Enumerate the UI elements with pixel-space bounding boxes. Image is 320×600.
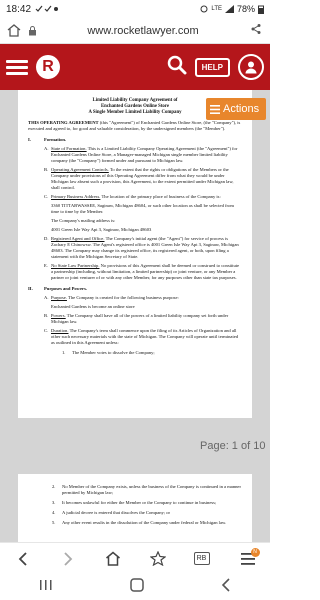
intro-paragraph: THIS OPERATING AGREEMENT (this "Agreemen… (28, 120, 241, 131)
help-button[interactable]: HELP (194, 57, 230, 77)
url-field[interactable]: www.rocketlawyer.com (40, 25, 246, 37)
purpose-value: Enchanted Gardens is become an online st… (51, 304, 135, 309)
system-back-icon[interactable] (221, 577, 231, 597)
clause: A. Purpose. The Company is created for th… (44, 295, 179, 300)
sub-clause: 1. The Member votes to dissolve the Compa… (62, 350, 155, 355)
battery-icon (258, 5, 264, 14)
notification-icons (35, 5, 59, 12)
rocket-lawyer-logo[interactable]: R (36, 55, 60, 79)
system-navigation-bar (0, 574, 270, 600)
clause: E. No State Law Partnership. No provision… (44, 263, 240, 280)
section-heading: II. Purposes and Powers. (28, 286, 88, 291)
share-icon[interactable] (250, 22, 264, 40)
section-heading: I. Formation. (28, 137, 67, 142)
back-icon[interactable] (11, 547, 35, 571)
notification-badge: N (250, 547, 260, 557)
forward-icon[interactable] (56, 547, 80, 571)
site-header: R HELP (0, 44, 270, 90)
business-address: 3360 TITTABWASSEE, Saginaw, Michigan 486… (51, 203, 234, 214)
actions-label: Actions (223, 103, 260, 115)
system-home-icon[interactable] (130, 577, 144, 597)
page-indicator: Page: 1 of 10 (200, 440, 266, 452)
battery-level: 78% (236, 4, 255, 14)
mailing-label: The Company's mailing address is: (51, 218, 116, 223)
home-icon[interactable] (6, 23, 22, 39)
document-page: Limited Liability Company Agreement of E… (18, 90, 252, 418)
bookmarks-icon[interactable] (146, 547, 170, 571)
user-account-icon[interactable] (238, 54, 264, 80)
mailing-address: 4001 Green Isle Way Apt 3, Saginaw, Mich… (51, 227, 152, 232)
sub-clause: 3. It becomes unlawful for either the Mem… (52, 500, 217, 505)
actions-button[interactable]: Actions (206, 98, 266, 120)
search-icon[interactable] (167, 55, 187, 80)
document-viewer[interactable]: Limited Liability Company Agreement of E… (0, 90, 270, 542)
clause: B. Operating Agreement Controls. To the e… (44, 167, 234, 190)
tab-count: RB (193, 551, 210, 565)
network-label: LTE (211, 6, 222, 12)
sub-clause: 2. No Member of the Company exists, unles… (52, 484, 241, 495)
signal-icon (224, 5, 234, 13)
status-time: 18:42 (6, 3, 32, 15)
home-icon[interactable] (101, 547, 125, 571)
recent-apps-icon[interactable] (39, 578, 53, 596)
clause: A. State of Formation. This is a Limited … (44, 146, 238, 163)
alarm-icon (200, 5, 208, 13)
sub-clause: 4. A judicial decree is entered that diss… (52, 510, 171, 515)
browser-toolbar: RB N (0, 542, 270, 574)
status-bar: 18:42 LTE 78% (0, 0, 270, 18)
document-page: 2. No Member of the Company exists, unles… (18, 474, 252, 542)
clause: C. Primary Business Address. The location… (44, 194, 221, 199)
browser-url-bar: www.rocketlawyer.com (0, 18, 270, 44)
lock-icon (28, 25, 40, 36)
clause: B. Powers. The Company shall have all of … (44, 313, 229, 324)
sub-clause: 5. Any other event results in the dissolu… (52, 520, 227, 525)
tabs-button[interactable]: RB (191, 547, 215, 571)
browser-menu-icon[interactable]: N (236, 547, 260, 571)
clause: C. Duration. The Company's term shall com… (44, 328, 239, 345)
menu-lines-icon (210, 104, 220, 114)
menu-icon[interactable] (6, 59, 28, 75)
clause: D. Registered Agent and Office. The Compa… (44, 236, 239, 259)
